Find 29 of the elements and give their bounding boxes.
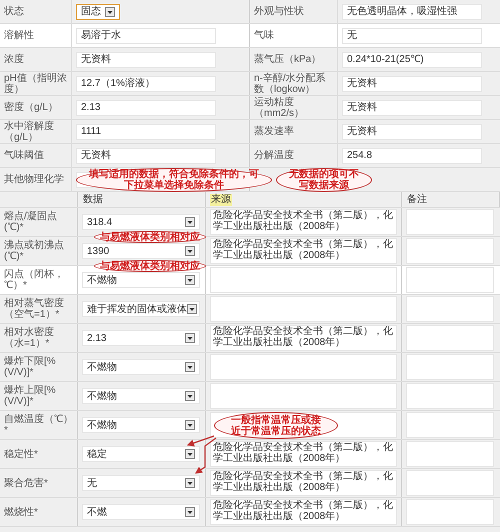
field-label: 气味 <box>254 30 274 41</box>
field-label: 浓度 <box>4 54 24 65</box>
field-label: 爆炸下限[%(V/V)]* <box>4 356 57 378</box>
field-label: 相对水密度（水=1）* <box>4 327 55 349</box>
field-label: pH值（指明浓度） <box>4 72 67 94</box>
field-label: n-辛醇/水分配系数（logkow） <box>254 72 327 94</box>
field-label: 爆炸上限[%(V/V)]* <box>4 385 57 407</box>
field-label: 外观与性状 <box>254 6 304 17</box>
field-label: 沸点或初沸点(℃)* <box>4 240 65 262</box>
field-label: 稳定性* <box>4 448 38 460</box>
field-label: 水中溶解度（g/L） <box>4 120 55 142</box>
field-label: 熔点/凝固点(℃)* <box>4 211 58 233</box>
field-label: 状态 <box>4 6 24 17</box>
column-header: 来源 <box>210 194 232 206</box>
field-label: 密度（g/L） <box>4 102 58 113</box>
field-label: 蒸气压（kPa） <box>254 54 322 65</box>
field-label: 运动粘度（mm2/s） <box>254 96 305 118</box>
column-header: 备注 <box>406 194 428 206</box>
column-header: 数据 <box>82 194 104 206</box>
field-label: 气味阈值 <box>4 150 44 161</box>
field-label: 蒸发速率 <box>254 126 294 137</box>
field-label: 闪点（闭杯，℃）* <box>4 269 65 291</box>
field-label: 其他物理化学 <box>4 174 64 185</box>
field-label: 聚合危害* <box>4 478 48 488</box>
field-label: 溶解性 <box>4 30 34 41</box>
field-label: 分解温度 <box>254 150 294 161</box>
field-label: 相对蒸气密度（空气=1）* <box>4 298 65 320</box>
field-label: 燃烧性* <box>4 506 38 518</box>
field-label: 自燃温度（℃）* <box>4 414 73 436</box>
